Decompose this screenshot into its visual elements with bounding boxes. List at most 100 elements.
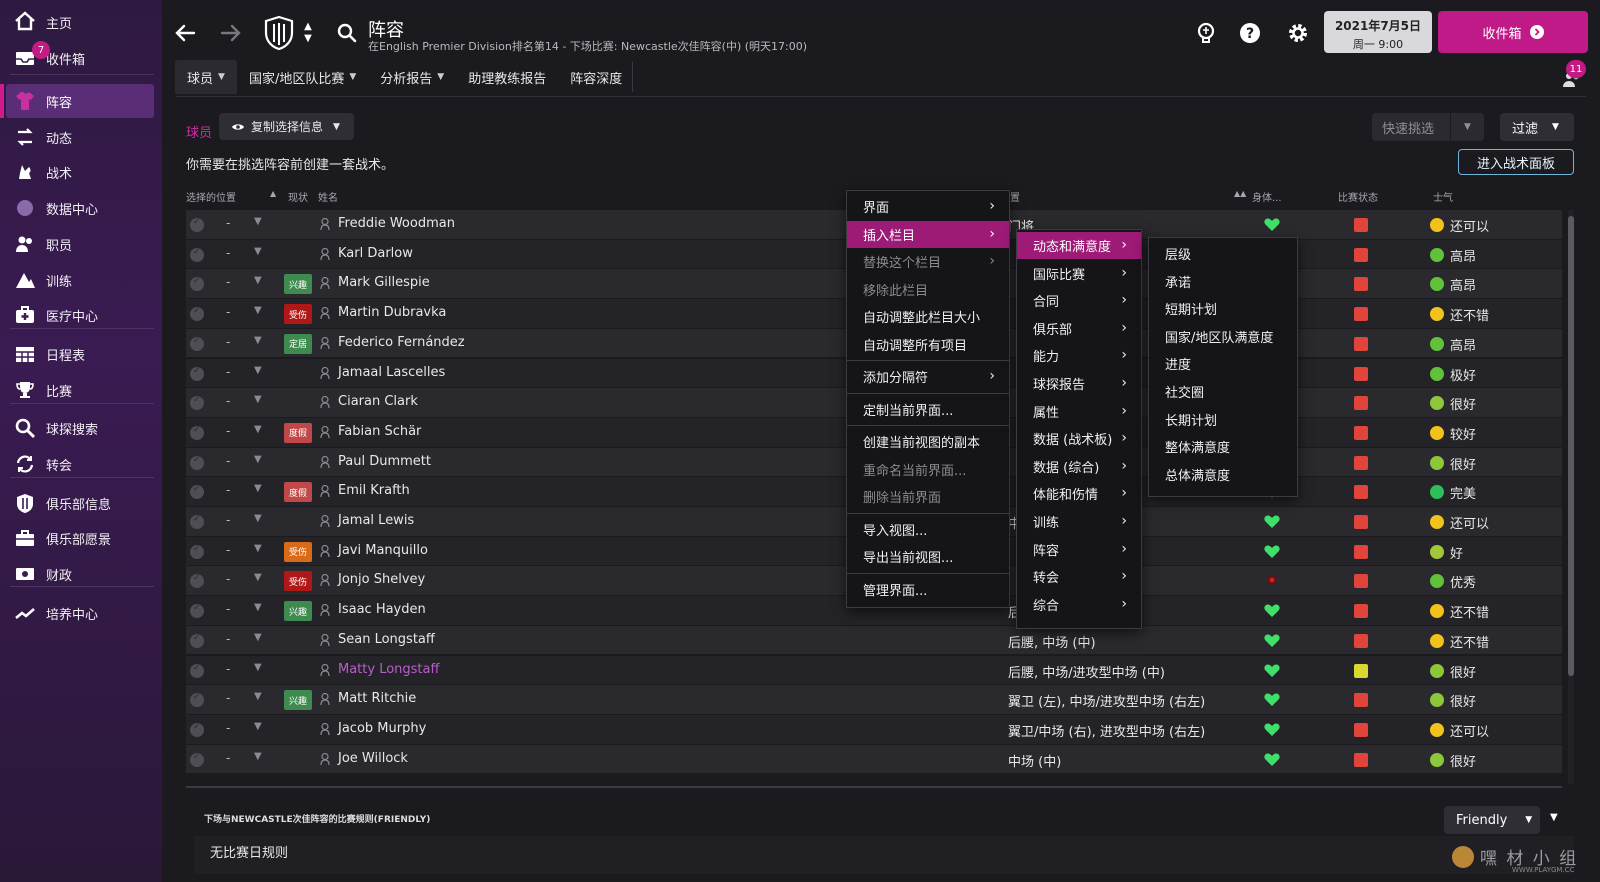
select-checkbox[interactable] <box>190 217 204 232</box>
col-fitness[interactable]: 身体... <box>1252 189 1282 204</box>
subnav-tab[interactable]: 分析报告 ▼ <box>368 60 456 94</box>
position-dropdown[interactable]: ▼ <box>254 483 262 494</box>
table-row[interactable]: - ▼ Matty Longstaff 后腰, 中场/进攻型中场 (中) 很好 <box>186 655 1562 686</box>
player-name[interactable]: Ciaran Clark <box>338 394 418 409</box>
player-name[interactable]: Jacob Murphy <box>338 721 426 736</box>
select-checkbox[interactable] <box>190 425 204 440</box>
quick-pick-button[interactable]: 快速挑选 ▼ <box>1372 113 1484 141</box>
col-morale[interactable]: 士气 <box>1433 189 1453 204</box>
player-name[interactable]: Matty Longstaff <box>338 662 439 677</box>
club-switch-button[interactable]: ▲ ▼ <box>300 18 316 48</box>
position-dropdown[interactable]: ▼ <box>254 454 262 465</box>
sidebar-item-club-info[interactable]: 俱乐部信息 <box>6 486 154 520</box>
player-name[interactable]: Fabian Schär <box>338 424 421 439</box>
insert-column-item[interactable]: 体能和伤情 › <box>1017 480 1141 507</box>
context-menu-item[interactable]: 管理界面... <box>847 576 1009 603</box>
insert-column-item[interactable]: 俱乐部 › <box>1017 315 1141 342</box>
position-dropdown[interactable]: ▼ <box>254 365 262 376</box>
select-checkbox[interactable] <box>190 514 204 529</box>
insert-column-item[interactable]: 能力 › <box>1017 342 1141 369</box>
col-name[interactable]: 姓名 <box>318 189 338 204</box>
subnav-tab[interactable]: 国家/地区队比赛 ▼ <box>237 60 368 94</box>
sidebar-item-data-hub[interactable]: 数据中心 <box>6 191 154 225</box>
insert-column-item[interactable]: 阵容 › <box>1017 536 1141 563</box>
player-name[interactable]: Martin Dubravka <box>338 305 446 320</box>
position-dropdown[interactable]: ▼ <box>254 721 262 732</box>
forward-button[interactable] <box>218 20 244 46</box>
dynamics-column-item[interactable]: 国家/地区队满意度 <box>1149 323 1297 350</box>
player-name[interactable]: Matt Ritchie <box>338 691 416 706</box>
sidebar-item-club-vision[interactable]: 俱乐部愿景 <box>6 521 154 555</box>
insert-column-item[interactable]: 球探报告 › <box>1017 370 1141 397</box>
sidebar-item-shirt[interactable]: 阵容 <box>0 84 154 118</box>
player-name[interactable]: Emil Krafth <box>338 483 410 498</box>
player-name[interactable]: Federico Fernández <box>338 335 465 350</box>
select-checkbox[interactable] <box>190 722 204 737</box>
position-dropdown[interactable]: ▼ <box>254 751 262 762</box>
position-dropdown[interactable]: ▼ <box>254 662 262 673</box>
dynamics-column-item[interactable]: 承诺 <box>1149 268 1297 295</box>
context-menu-item[interactable]: 自动调整所有项目 <box>847 331 1009 358</box>
dynamics-column-item[interactable]: 层级 <box>1149 240 1297 267</box>
insert-column-item[interactable]: 数据 (综合) › <box>1017 453 1141 480</box>
position-dropdown[interactable]: ▼ <box>254 246 262 257</box>
select-checkbox[interactable] <box>190 366 204 381</box>
context-menu-item[interactable]: 创建当前视图的副本 <box>847 428 1009 455</box>
position-dropdown[interactable]: ▼ <box>254 513 262 524</box>
col-selected-position[interactable]: 选择的位置 <box>186 189 236 204</box>
sidebar-item-medical[interactable]: 医疗中心 <box>6 298 154 332</box>
sidebar-item-transfers[interactable]: 转会 <box>6 447 154 481</box>
insert-column-item[interactable]: 数据 (战术板) › <box>1017 425 1141 452</box>
select-checkbox[interactable] <box>190 484 204 500</box>
player-name[interactable]: Paul Dummett <box>338 454 431 469</box>
sidebar-item-home[interactable]: 主页 <box>6 5 154 39</box>
sidebar-item-tactics[interactable]: 战术 <box>6 155 154 189</box>
player-name[interactable]: Mark Gillespie <box>338 275 430 290</box>
position-dropdown[interactable]: ▼ <box>254 424 262 435</box>
dynamics-column-item[interactable]: 进度 <box>1149 350 1297 377</box>
col-match-state[interactable]: 比赛状态 <box>1338 189 1378 204</box>
table-row[interactable]: - ▼ Sean Longstaff 后腰, 中场 (中) 还不错 <box>186 625 1562 656</box>
position-dropdown[interactable]: ▼ <box>254 335 262 346</box>
select-checkbox[interactable] <box>190 663 204 678</box>
player-name[interactable]: Jamal Lewis <box>338 513 414 528</box>
table-scrollbar[interactable] <box>1568 210 1574 784</box>
subnav-tab[interactable]: 球员 ▼ <box>175 60 237 94</box>
date-display[interactable]: 2021年7月5日 周一 9:00 <box>1324 11 1432 53</box>
select-checkbox[interactable] <box>190 276 204 292</box>
table-row[interactable]: - ▼ 兴趣 Matt Ritchie 翼卫 (左), 中场/进攻型中场 (右左) 很好 <box>186 685 1562 715</box>
help-button[interactable]: ? <box>1238 21 1262 45</box>
sidebar-item-inbox[interactable]: 7 收件箱 <box>6 41 154 75</box>
player-name[interactable]: Jamaal Lascelles <box>338 365 445 380</box>
select-checkbox[interactable] <box>190 247 204 262</box>
subnav-tab[interactable]: 阵容深度 <box>558 60 634 94</box>
player-name[interactable]: Karl Darlow <box>338 246 413 261</box>
dynamics-column-item[interactable]: 社交圈 <box>1149 378 1297 405</box>
search-button[interactable] <box>336 22 358 44</box>
filter-button[interactable]: 过滤 ▼ <box>1500 113 1574 141</box>
sidebar-item-training[interactable]: 训练 <box>6 263 154 297</box>
select-checkbox[interactable] <box>190 633 204 648</box>
select-checkbox[interactable] <box>190 455 204 470</box>
position-dropdown[interactable]: ▼ <box>254 602 262 613</box>
insert-column-item[interactable]: 动态和满意度 › <box>1017 232 1141 259</box>
context-menu-item[interactable]: 插入栏目 › <box>847 220 1009 248</box>
col-status[interactable]: 现状 <box>288 189 308 204</box>
continue-inbox-button[interactable]: 收件箱 <box>1438 11 1588 53</box>
assistant-button[interactable] <box>1194 21 1218 45</box>
dynamics-column-item[interactable]: 短期计划 <box>1149 295 1297 322</box>
context-menu-item[interactable]: 添加分隔符 › <box>847 363 1009 390</box>
dynamics-column-item[interactable]: 整体满意度 <box>1149 433 1297 460</box>
sidebar-item-calendar[interactable]: 日程表 <box>6 337 154 371</box>
table-row[interactable]: - ▼ Jacob Murphy 翼卫/中场 (右), 进攻型中场 (右左) 还可以 <box>186 714 1562 745</box>
insert-column-item[interactable]: 综合 › <box>1017 591 1141 618</box>
player-name[interactable]: Javi Manquillo <box>338 543 428 558</box>
select-checkbox[interactable] <box>190 573 204 589</box>
settings-button[interactable] <box>1286 21 1310 45</box>
position-dropdown[interactable]: ▼ <box>254 275 262 286</box>
dynamics-column-item[interactable]: 长期计划 <box>1149 406 1297 433</box>
player-name[interactable]: Jonjo Shelvey <box>338 572 425 587</box>
position-dropdown[interactable]: ▼ <box>254 691 262 702</box>
match-type-select[interactable]: Friendly ▼ <box>1444 806 1540 834</box>
subnav-tab[interactable]: 助理教练报告 <box>456 60 558 94</box>
